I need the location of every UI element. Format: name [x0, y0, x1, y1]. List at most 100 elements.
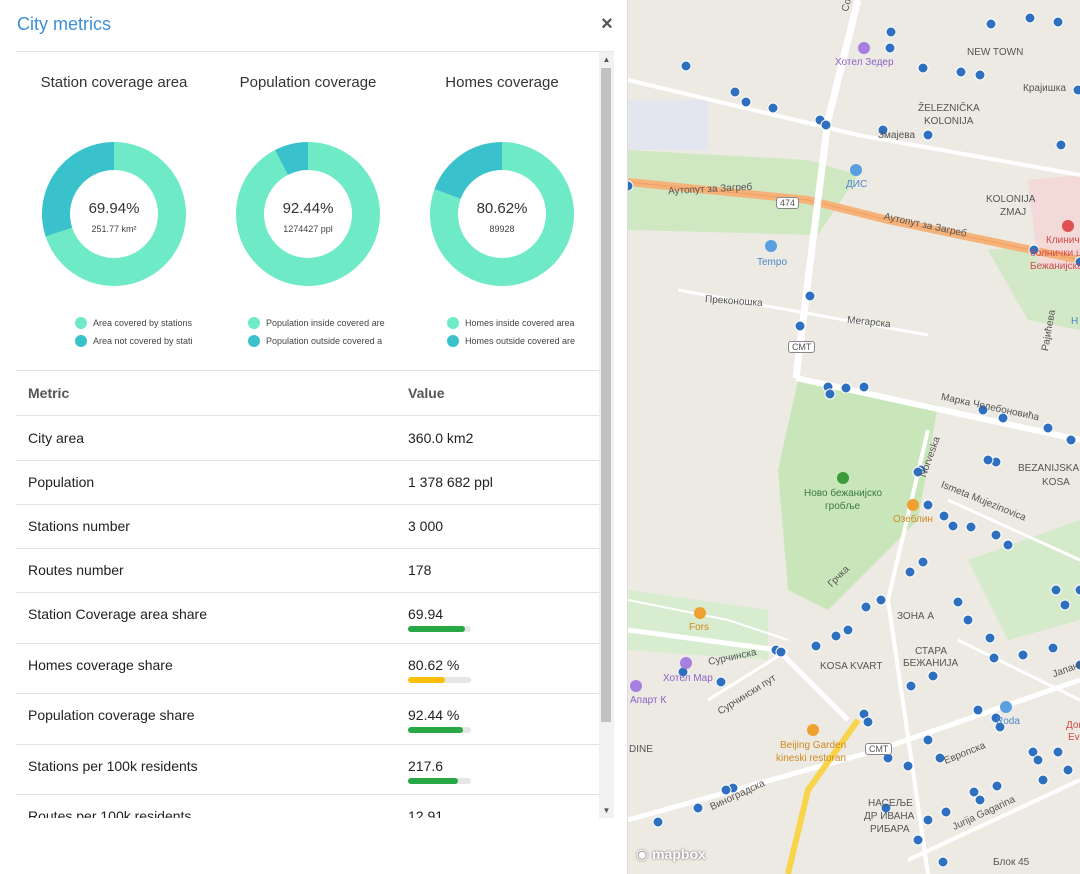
homes-coverage-chart: Homes coverage 80.62% 89928 Homes inside…	[407, 52, 597, 352]
vertical-scrollbar[interactable]: ▲ ▼	[599, 52, 614, 818]
column-header-value: Value	[408, 385, 445, 401]
block-area	[628, 100, 708, 150]
restaurant-marker-icon	[807, 724, 819, 736]
progress-bar	[408, 727, 471, 733]
value-cell: 360.0 km2	[408, 430, 474, 446]
map-label: Beijing Garden	[780, 740, 847, 751]
value-cell: 80.62 %	[408, 657, 460, 673]
table-row: Population 1 378 682 ppl	[16, 460, 600, 504]
legend-item-covered[interactable]: Homes inside covered area	[447, 314, 585, 332]
donut-center-subvalue: 1274427 ppl	[283, 224, 333, 234]
map-label: Ново бежанијско	[804, 488, 883, 499]
mapbox-logo[interactable]: ◉ mapbox	[636, 846, 706, 863]
hotel-marker-icon	[630, 680, 642, 692]
shop-marker-icon	[850, 164, 862, 176]
metrics-table: Metric Value City area 360.0 km2 Populat…	[16, 370, 600, 818]
road	[907, 778, 1080, 862]
map-label: РИБАРА	[870, 824, 910, 835]
metric-cell: City area	[28, 430, 85, 446]
progress-bar-fill	[408, 727, 464, 733]
legend-item-uncovered[interactable]: Area not covered by stati	[75, 332, 235, 350]
legend-item-covered[interactable]: Population inside covered are	[248, 314, 393, 332]
map-label: DINE	[629, 744, 653, 755]
metrics-scroll-area[interactable]: Station coverage area 69.94% 251.77 km² …	[16, 52, 600, 818]
column-header-metric: Metric	[28, 385, 70, 401]
legend-item-covered[interactable]: Area covered by stations	[75, 314, 235, 332]
route-shield: 474	[776, 197, 800, 209]
table-row: City area 360.0 km2	[16, 415, 600, 460]
metric-cell: Routes per 100k residents	[28, 808, 192, 818]
map-label: Fors	[689, 622, 709, 633]
map-label: H	[1071, 316, 1079, 327]
table-row: Stations per 100k residents 217.6	[16, 744, 600, 794]
map-label: Хотел Мар	[663, 673, 713, 684]
legend-label: Homes outside covered are	[465, 336, 576, 346]
progress-bar-fill	[408, 677, 445, 683]
legend-item-uncovered[interactable]: Population outside covered a	[248, 332, 393, 350]
donut-center-value: 92.44%	[282, 200, 334, 217]
table-header-row: Metric Value	[16, 370, 600, 415]
legend-dot-icon	[447, 335, 459, 347]
legend-dot-icon	[447, 317, 459, 329]
map-label: ŽELEZNIČKA	[918, 103, 980, 114]
donut-slice-uncovered[interactable]	[434, 142, 502, 199]
map-label: Ev	[1068, 732, 1080, 743]
table-row: Routes per 100k residents 12.91	[16, 794, 600, 818]
donut-center-subvalue: 251.77 km²	[91, 224, 137, 234]
legend-label: Homes inside covered area	[465, 318, 575, 328]
table-row: Homes coverage share 80.62 %	[16, 643, 600, 693]
legend-label: Area covered by stations	[93, 318, 193, 328]
map-label: ДР ИВАНА	[864, 811, 915, 822]
scroll-up-icon[interactable]: ▲	[599, 52, 614, 67]
scrollbar-thumb[interactable]	[601, 68, 611, 722]
population-coverage-donut	[235, 142, 380, 286]
legend-label: Population inside covered are	[266, 318, 385, 328]
value-cell: 178	[408, 562, 432, 578]
chart-legend: Homes inside covered area Homes outside …	[447, 314, 585, 350]
metric-cell: Routes number	[28, 562, 124, 578]
table-row: Population coverage share 92.44 %	[16, 693, 600, 744]
city-map[interactable]: Солунска Хотел Зедер NEW TOWN Крајишка Ž…	[628, 0, 1080, 874]
map-label: Хотел Зедер	[835, 57, 894, 68]
donut-center-value: 69.94%	[88, 200, 140, 217]
scroll-down-icon[interactable]: ▼	[599, 803, 614, 818]
map-label: НАСЕЉЕ	[868, 798, 913, 809]
map-label: Блок 45	[993, 857, 1030, 868]
city-metrics-panel: City metrics × Station coverage area 69.…	[0, 0, 628, 874]
route-shield: СМТ	[788, 341, 816, 353]
homes-coverage-donut	[430, 142, 574, 286]
legend-label: Area not covered by stati	[93, 336, 193, 346]
table-row: Routes number 178	[16, 548, 600, 592]
legend-dot-icon	[248, 317, 260, 329]
map-label: NEW TOWN	[967, 47, 1024, 58]
legend-item-uncovered[interactable]: Homes outside covered are	[447, 332, 585, 350]
chart-title: Population coverage	[239, 74, 377, 91]
legend-dot-icon	[75, 335, 87, 347]
mapbox-logo-text: mapbox	[652, 846, 706, 862]
map-label: СТАРА	[915, 646, 948, 657]
value-cell: 217.6	[408, 758, 444, 774]
map-label: Дом	[1066, 720, 1080, 731]
restaurant-marker-icon	[907, 499, 919, 511]
map-label: гробље	[825, 501, 861, 512]
chart-title: Homes coverage	[445, 74, 559, 91]
donut-center-value: 80.62%	[476, 200, 528, 217]
value-cell: 69.94	[408, 606, 444, 622]
donut-slice-uncovered[interactable]	[41, 142, 115, 237]
table-row: Station Coverage area share 69.94	[16, 592, 600, 643]
value-cell: 12.91	[408, 808, 444, 818]
restaurant-marker-icon	[694, 607, 706, 619]
progress-bar	[408, 677, 471, 683]
close-icon[interactable]: ×	[599, 14, 615, 34]
map-label: kineski restoran	[776, 753, 847, 764]
metric-cell: Stations number	[28, 518, 130, 534]
progress-bar-fill	[408, 626, 465, 632]
map-label: ЗОНА А	[897, 611, 935, 622]
map-canvas	[628, 0, 1080, 874]
map-label: Roda	[996, 716, 1020, 727]
value-cell: 3 000	[408, 518, 444, 534]
legend-dot-icon	[75, 317, 87, 329]
progress-bar-fill	[408, 778, 459, 784]
map-label: KOLONIJA	[986, 194, 1036, 205]
map-label: KOSA KVART	[820, 661, 883, 672]
